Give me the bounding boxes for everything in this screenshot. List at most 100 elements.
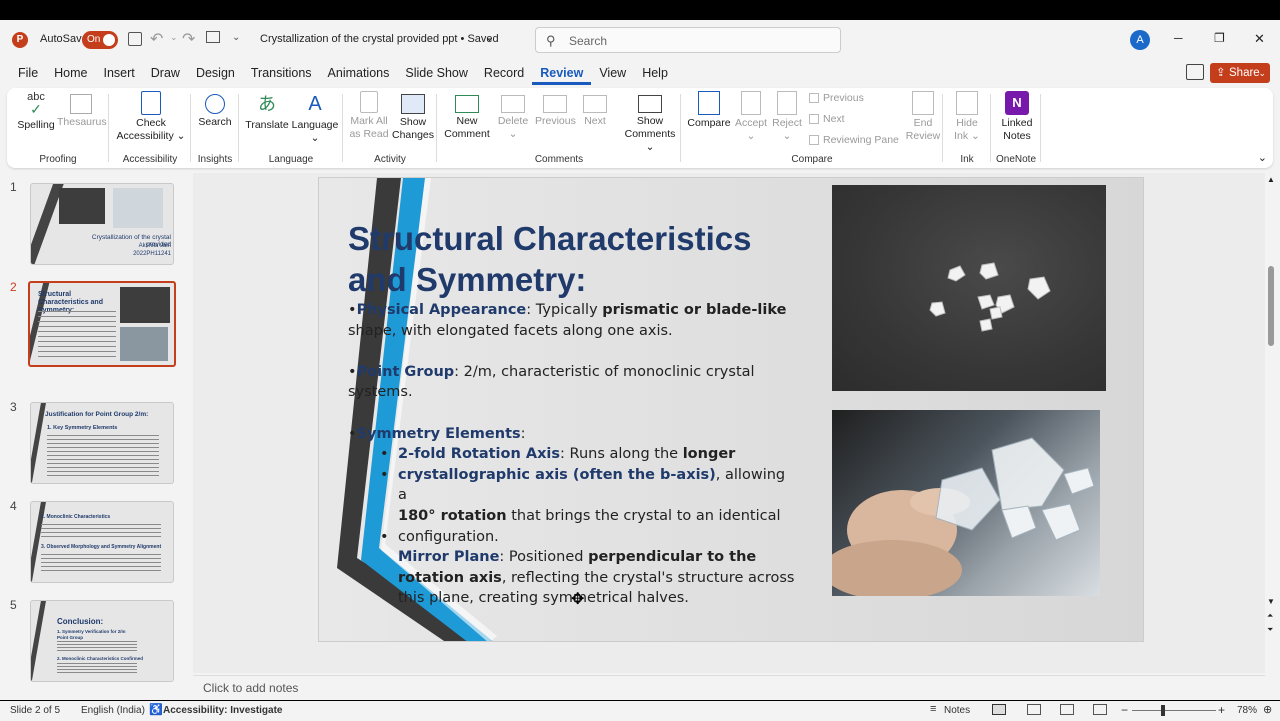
language-status[interactable]: English (India) bbox=[81, 705, 145, 716]
restore-button[interactable]: ❐ bbox=[1214, 31, 1225, 45]
save-icon[interactable] bbox=[128, 32, 142, 46]
menu-tab-animations[interactable]: Animations bbox=[320, 63, 398, 85]
new-comment-button[interactable]: New Comment bbox=[443, 91, 491, 141]
zoom-out-button[interactable]: − bbox=[1121, 703, 1128, 717]
language-button[interactable]: A Language ⌄ bbox=[291, 91, 339, 145]
slide-thumbnail-3[interactable]: Justification for Point Group 2/m: 1. Ke… bbox=[30, 402, 174, 484]
slide-thumbnail-2[interactable]: Structural Characteristics and Symmetry: bbox=[28, 281, 176, 367]
menu-tab-insert[interactable]: Insert bbox=[96, 63, 143, 85]
menu-tab-help[interactable]: Help bbox=[634, 63, 676, 85]
minimize-button[interactable]: ─ bbox=[1174, 31, 1183, 45]
powerpoint-logo-icon: P bbox=[12, 32, 28, 48]
translate-button[interactable]: あ Translate bbox=[243, 91, 291, 132]
next-comment-button[interactable]: Next bbox=[575, 91, 615, 128]
scroll-thumb[interactable] bbox=[1268, 266, 1274, 346]
notes-toggle[interactable]: Notes bbox=[944, 705, 970, 716]
current-slide[interactable]: Structural Characteristics and Symmetry:… bbox=[318, 177, 1144, 642]
spelling-icon: abc ✓ bbox=[27, 91, 45, 117]
autosave-toggle[interactable]: On bbox=[82, 31, 118, 49]
b5-text: : Positioned bbox=[499, 549, 589, 566]
hide-ink-button[interactable]: Hide Ink ⌄ bbox=[947, 91, 987, 143]
compare-next-label: Next bbox=[823, 113, 845, 125]
linked-notes-button[interactable]: N Linked Notes bbox=[995, 91, 1039, 143]
menu-tab-draw[interactable]: Draw bbox=[143, 63, 188, 85]
notes-pane[interactable]: Click to add notes bbox=[193, 675, 1265, 697]
accessibility-status[interactable]: Accessibility: Investigate bbox=[163, 705, 283, 716]
menu-tab-review[interactable]: Review bbox=[532, 63, 592, 85]
previous-slide-icon[interactable]: ⏶ bbox=[1267, 611, 1273, 621]
next-slide-icon[interactable]: ⏷ bbox=[1267, 625, 1273, 635]
smart-lookup-button[interactable]: Search bbox=[195, 91, 235, 129]
comments-icon[interactable] bbox=[1186, 64, 1204, 80]
present-icon[interactable] bbox=[206, 31, 220, 43]
crystals-on-dark-photo[interactable] bbox=[832, 185, 1106, 391]
zoom-in-button[interactable]: + bbox=[1218, 703, 1225, 717]
compare-next-button[interactable]: Next bbox=[809, 113, 845, 125]
avatar[interactable]: A bbox=[1130, 30, 1150, 50]
collapse-ribbon-icon[interactable]: ⌄ bbox=[1258, 151, 1267, 164]
close-button[interactable]: ✕ bbox=[1254, 31, 1265, 47]
menu-tab-transitions[interactable]: Transitions bbox=[243, 63, 320, 85]
document-title[interactable]: Crystallization of the crystal provided … bbox=[260, 33, 499, 45]
check-accessibility-line1: Check bbox=[136, 117, 166, 129]
thesaurus-button[interactable]: Thesaurus bbox=[57, 91, 107, 129]
autosave-label: AutoSave bbox=[40, 33, 88, 45]
customize-toolbar-icon[interactable]: ⌄ bbox=[232, 32, 240, 43]
point-group-line2: systems. bbox=[348, 384, 413, 401]
b6-bold: rotation axis bbox=[398, 569, 502, 586]
menu-tab-design[interactable]: Design bbox=[188, 63, 243, 85]
menu-tab-view[interactable]: View bbox=[591, 63, 634, 85]
bullet: • bbox=[348, 302, 357, 318]
zoom-slider-thumb[interactable] bbox=[1161, 705, 1165, 716]
zoom-level[interactable]: 78% bbox=[1237, 705, 1257, 716]
reject-button[interactable]: Reject ⌄ bbox=[769, 91, 805, 143]
show-comments-line1: Show bbox=[636, 115, 664, 127]
slide-body[interactable]: •Physical Appearance: Typically prismati… bbox=[348, 300, 798, 609]
slide-title[interactable]: Structural Characteristics and Symmetry: bbox=[348, 218, 818, 300]
menu-tab-home[interactable]: Home bbox=[46, 63, 95, 85]
show-changes-button[interactable]: Show Changes bbox=[391, 91, 435, 142]
reading-view-icon[interactable] bbox=[1060, 704, 1074, 715]
check-accessibility-line2: Accessibility bbox=[116, 130, 174, 142]
hand-holding-crystals-photo[interactable] bbox=[832, 410, 1100, 596]
translate-icon: あ bbox=[258, 94, 276, 114]
delete-comment-button[interactable]: Delete ⌄ bbox=[493, 91, 533, 141]
slideshow-view-icon[interactable] bbox=[1093, 704, 1107, 715]
undo-dropdown-icon[interactable]: ⌄ bbox=[170, 32, 178, 43]
vertical-scrollbar[interactable]: ▲ ▼ ⏶ ⏷ bbox=[1266, 173, 1276, 653]
reviewing-pane-button[interactable]: Reviewing Pane bbox=[809, 134, 899, 146]
mark-all-as-read-button[interactable]: Mark All as Read bbox=[347, 91, 391, 141]
spelling-button[interactable]: abc ✓ Spelling bbox=[15, 91, 57, 132]
accept-button[interactable]: Accept ⌄ bbox=[733, 91, 769, 143]
menu-tab-record[interactable]: Record bbox=[476, 63, 532, 85]
show-comments-button[interactable]: Show Comments ⌄ bbox=[621, 91, 679, 154]
compare-previous-button[interactable]: Previous bbox=[809, 92, 864, 104]
scroll-down-icon[interactable]: ▼ bbox=[1267, 597, 1275, 606]
onenote-icon: N bbox=[1005, 91, 1029, 115]
redo-icon[interactable]: ↷ bbox=[182, 29, 195, 49]
share-button[interactable]: ⇪ Share ⌄ bbox=[1210, 63, 1270, 83]
slide-thumbnail-5[interactable]: Conclusion: 1. Symmetry Verification for… bbox=[30, 600, 174, 682]
normal-view-icon[interactable] bbox=[992, 704, 1006, 715]
slide-thumbnail-1[interactable]: Crystallization of the crystal provided … bbox=[30, 183, 174, 265]
previous-comment-button[interactable]: Previous bbox=[535, 91, 576, 128]
menu-tab-slide-show[interactable]: Slide Show bbox=[397, 63, 476, 85]
crystallographic-axis-line: crystallographic axis (often the b-axis)… bbox=[398, 465, 798, 506]
check-accessibility-button[interactable]: Check Accessibility ⌄ bbox=[113, 91, 189, 143]
scroll-up-icon[interactable]: ▲ bbox=[1267, 175, 1275, 184]
search-box[interactable]: ⚲ Search bbox=[535, 27, 841, 53]
show-changes-line1: Show bbox=[399, 116, 427, 128]
physical-appearance-line: •Physical Appearance: Typically prismati… bbox=[348, 300, 798, 321]
undo-icon[interactable]: ↶ bbox=[150, 29, 163, 49]
title-dropdown-icon[interactable]: ⌄ bbox=[485, 31, 494, 44]
slide-sorter-icon[interactable] bbox=[1027, 704, 1041, 715]
menu-tab-file[interactable]: File bbox=[10, 63, 46, 85]
slide-thumbnail-4[interactable]: 2. Monoclinic Characteristics 3. Observe… bbox=[30, 501, 174, 583]
zoom-slider[interactable] bbox=[1132, 705, 1216, 716]
accept-label: Accept bbox=[734, 117, 768, 129]
compare-button[interactable]: Compare bbox=[685, 91, 733, 130]
slide-title-line2: and Symmetry: bbox=[348, 261, 587, 298]
fit-to-window-icon[interactable]: ⊕ bbox=[1263, 703, 1272, 716]
end-review-button[interactable]: End Review bbox=[903, 91, 943, 143]
